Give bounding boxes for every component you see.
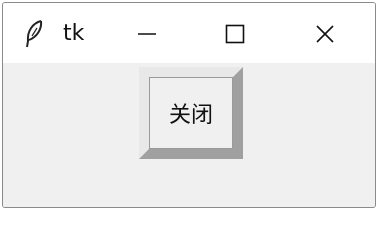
close-icon xyxy=(314,23,336,45)
close-app-button-label: 关闭 xyxy=(149,77,233,149)
window-content: 关闭 xyxy=(3,63,375,207)
close-window-button[interactable] xyxy=(303,13,347,55)
app-window: tk 关闭 xyxy=(2,2,376,208)
minimize-icon xyxy=(136,23,158,45)
minimize-button[interactable] xyxy=(125,13,169,55)
close-app-button[interactable]: 关闭 xyxy=(139,67,243,159)
window-title: tk xyxy=(63,21,85,46)
maximize-button[interactable] xyxy=(213,13,257,55)
maximize-icon xyxy=(224,23,246,45)
title-bar[interactable]: tk xyxy=(3,3,375,63)
feather-icon xyxy=(23,19,45,49)
